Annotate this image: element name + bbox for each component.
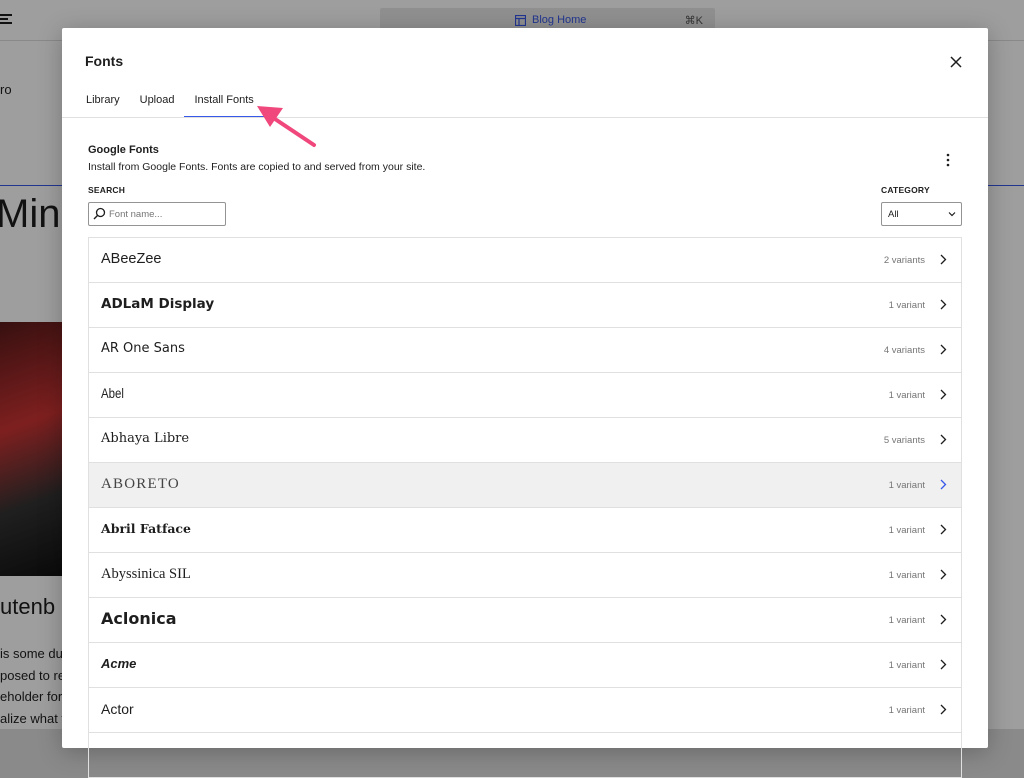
font-variant-count: 5 variants [883, 435, 925, 446]
close-icon [950, 56, 962, 68]
font-row-abel[interactable]: Abel 1 variant [89, 373, 961, 418]
font-row-adlam-display[interactable]: ADLaM Display 1 variant [89, 283, 961, 328]
chevron-right-icon [940, 299, 947, 310]
font-name: Acme [101, 656, 137, 671]
tab-library[interactable]: Library [76, 86, 130, 118]
font-row-acme[interactable]: Acme 1 variant [89, 643, 961, 688]
font-list: ABeeZee 2 variants ADLaM Display 1 varia… [88, 237, 962, 778]
font-variant-count: 1 variant [888, 570, 925, 581]
section-title: Google Fonts [88, 144, 159, 156]
more-vertical-icon [946, 153, 950, 167]
chevron-right-icon [940, 254, 947, 265]
tab-upload[interactable]: Upload [130, 86, 185, 118]
close-button[interactable] [944, 50, 968, 74]
font-name: Abel [101, 386, 124, 401]
chevron-right-icon [940, 524, 947, 535]
font-name: Aclonica [101, 609, 177, 628]
font-row-abyssinica-sil[interactable]: Abyssinica SIL 1 variant [89, 553, 961, 598]
search-label: SEARCH [88, 185, 126, 195]
font-row-actor[interactable]: Actor 1 variant [89, 688, 961, 733]
tabs-divider [62, 117, 988, 118]
search-field [88, 202, 226, 226]
font-variant-count: 1 variant [888, 705, 925, 716]
font-name: ADLaM Display [101, 296, 215, 312]
font-variant-count: 1 variant [888, 660, 925, 671]
category-label: CATEGORY [881, 185, 930, 195]
font-row-aclonica[interactable]: Aclonica 1 variant [89, 598, 961, 643]
font-variant-count: 1 variant [888, 615, 925, 626]
chevron-down-icon [948, 212, 956, 217]
font-name: Abyssinica SIL [101, 566, 191, 582]
font-variant-count: 4 variants [883, 345, 925, 356]
search-icon [93, 207, 106, 220]
font-name: ABeeZee [101, 251, 162, 267]
category-select[interactable]: All [881, 202, 962, 226]
tab-install-fonts[interactable]: Install Fonts [184, 86, 265, 118]
font-row-abril-fatface[interactable]: Abril Fatface 1 variant [89, 508, 961, 553]
chevron-right-icon [940, 434, 947, 445]
font-variant-count: 1 variant [888, 525, 925, 536]
font-name: AR One Sans [101, 341, 185, 356]
chevron-right-icon [940, 659, 947, 670]
font-variant-count: 2 variants [883, 255, 925, 266]
tab-bar: Library Upload Install Fonts [76, 86, 265, 118]
modal-title: Fonts [85, 53, 124, 69]
chevron-right-icon [940, 704, 947, 715]
font-name: ABORETO [101, 476, 180, 492]
chevron-right-icon [940, 569, 947, 580]
font-name: Abril Fatface [101, 521, 191, 536]
font-variant-count: 1 variant [888, 390, 925, 401]
fonts-modal: Fonts Library Upload Install Fonts Googl… [62, 28, 988, 778]
chevron-right-icon [940, 479, 947, 490]
font-name: Actor [101, 701, 134, 717]
font-name: Abhaya Libre [101, 431, 190, 446]
font-row-abeezee[interactable]: ABeeZee 2 variants [89, 238, 961, 283]
chevron-right-icon [940, 389, 947, 400]
chevron-right-icon [940, 344, 947, 355]
search-input[interactable] [109, 203, 221, 225]
font-row-ar-one-sans[interactable]: AR One Sans 4 variants [89, 328, 961, 373]
font-row-partial[interactable] [89, 733, 961, 778]
section-description: Install from Google Fonts. Fonts are cop… [88, 161, 426, 173]
font-row-aboreto[interactable]: ABORETO 1 variant [89, 463, 961, 508]
font-variant-count: 1 variant [888, 300, 925, 311]
chevron-right-icon [940, 614, 947, 625]
category-value: All [888, 209, 899, 220]
font-row-abhaya-libre[interactable]: Abhaya Libre 5 variants [89, 418, 961, 463]
font-variant-count: 1 variant [888, 480, 925, 491]
more-options-button[interactable] [938, 150, 958, 170]
